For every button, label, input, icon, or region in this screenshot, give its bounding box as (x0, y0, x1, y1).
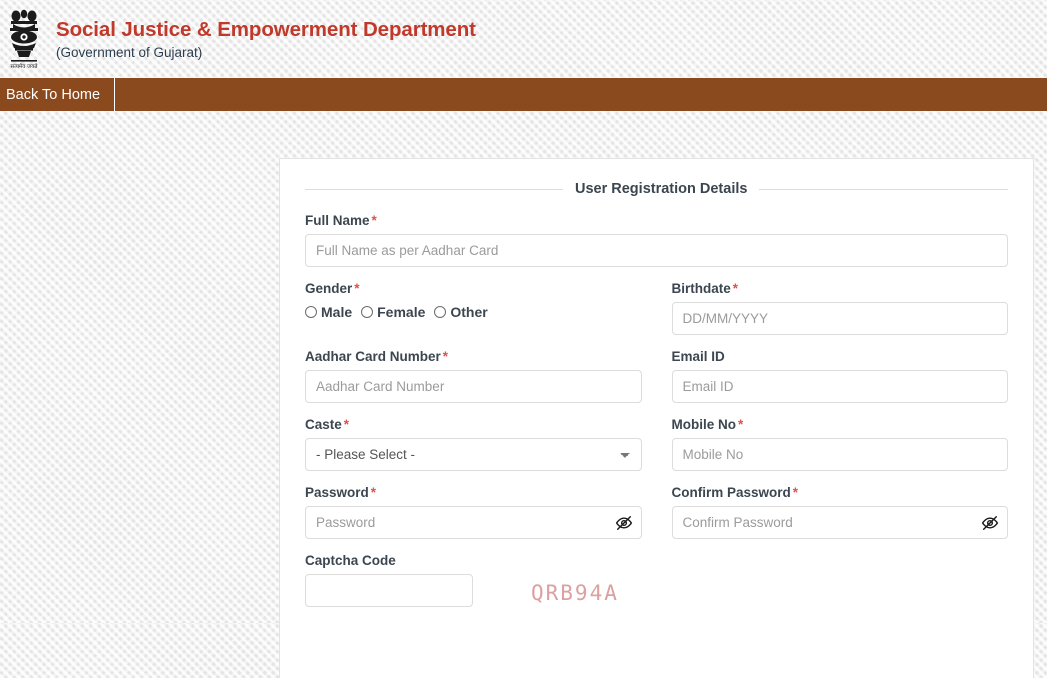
legend-divider-left (305, 188, 563, 190)
nav-item-back-to-home[interactable]: Back To Home (0, 78, 116, 111)
field-group-full-name: Full Name * (305, 213, 1008, 267)
required-marker: * (732, 281, 739, 296)
row-gender-birthdate: Gender * Male Female Other Birthdate * (305, 281, 1008, 335)
row-captcha: Captcha Code QRB94A (305, 553, 1008, 607)
aadhar-card-number-input[interactable] (305, 370, 642, 403)
confirm-password-input-wrapper (671, 506, 1008, 539)
captcha-input-col (305, 574, 473, 607)
legend-label: User Registration Details (575, 181, 748, 197)
label-password: Password * (305, 485, 642, 500)
radio-gender-other[interactable]: Other (434, 304, 488, 320)
confirm-password-input[interactable] (671, 506, 1008, 539)
field-group-aadhar: Aadhar Card Number * (305, 349, 642, 403)
email-input[interactable] (671, 370, 1008, 403)
field-group-password: Password * (305, 485, 642, 539)
radio-circle-icon[interactable] (305, 306, 317, 318)
label-captcha: Captcha Code (305, 553, 642, 568)
captcha-row: QRB94A (305, 574, 642, 607)
radio-gender-male-label: Male (321, 304, 353, 320)
required-marker: * (442, 349, 449, 364)
label-email-text: Email ID (671, 349, 725, 364)
row-passwords: Password* Confirm Password* (305, 485, 1008, 539)
field-group-email: Email ID (671, 349, 1009, 403)
label-gender-text: Gender (305, 281, 353, 296)
birthdate-input[interactable] (671, 302, 1008, 335)
required-marker: * (792, 485, 799, 500)
radio-circle-icon[interactable] (361, 306, 374, 318)
label-gender: Gender * (305, 281, 642, 296)
form-legend: User Registration Details (305, 181, 1008, 197)
radio-gender-female-label: Female (377, 304, 426, 320)
label-password-text: Password (305, 485, 369, 500)
main-navbar: Back To Home (0, 78, 1047, 111)
legend-divider-right (759, 188, 1008, 190)
captcha-image: QRB94A (531, 581, 619, 605)
captcha-input[interactable] (305, 574, 473, 607)
required-marker: * (370, 485, 377, 500)
india-national-emblem-icon: सत्यमेव जयते (4, 3, 44, 75)
field-group-gender: Gender * Male Female Other (305, 281, 642, 335)
label-mobile-text: Mobile No (671, 417, 737, 432)
field-group-confirm-password: Confirm Password * (671, 485, 1009, 539)
full-name-input[interactable] (305, 234, 1008, 267)
gender-radio-group: Male Female Other (305, 302, 642, 322)
mobile-no-input[interactable] (671, 438, 1008, 471)
label-mobile: Mobile No * (672, 417, 1009, 432)
required-marker: * (354, 281, 360, 296)
label-aadhar: Aadhar Card Number * (305, 349, 642, 364)
registration-card: User Registration Details Full Name* Gen… (279, 158, 1034, 678)
required-marker: * (371, 213, 377, 228)
radio-gender-female[interactable]: Female (361, 304, 425, 320)
label-caste: Caste * (305, 417, 642, 432)
label-confirm-password-text: Confirm Password (671, 485, 791, 500)
radio-circle-icon[interactable] (434, 306, 447, 318)
label-full-name: Full Name * (305, 213, 1008, 228)
label-captcha-text: Captcha Code (305, 553, 396, 568)
label-birthdate-text: Birthdate (671, 281, 731, 296)
row-caste-mobile: Caste * - Please Select - Mobile No * (305, 417, 1008, 471)
password-input-wrapper (305, 506, 642, 539)
label-email: Email ID (672, 349, 1009, 364)
label-aadhar-text: Aadhar Card Number (305, 349, 441, 364)
svg-text:सत्यमेव जयते: सत्यमेव जयते (10, 63, 38, 70)
row-aadhar-email: Aadhar Card Number* Email ID (305, 349, 1008, 403)
captcha-right-spacer (672, 553, 1009, 607)
site-header: सत्यमेव जयते Social Justice & Empowermen… (0, 0, 1047, 78)
field-group-captcha: Captcha Code QRB94A (305, 553, 642, 607)
required-marker: * (343, 417, 350, 432)
required-marker: * (738, 417, 744, 432)
label-caste-text: Caste (305, 417, 342, 432)
eye-slash-icon[interactable] (981, 514, 999, 532)
label-full-name-text: Full Name (305, 213, 370, 228)
field-group-birthdate: Birthdate * (671, 281, 1009, 335)
caste-select[interactable]: - Please Select - (305, 438, 642, 471)
label-birthdate: Birthdate * (672, 281, 1009, 296)
field-group-mobile: Mobile No * (671, 417, 1009, 471)
navbar-empty-space (115, 78, 1047, 111)
field-group-caste: Caste * - Please Select - (305, 417, 642, 471)
eye-slash-icon[interactable] (615, 514, 633, 532)
password-input[interactable] (305, 506, 642, 539)
label-confirm-password: Confirm Password * (672, 485, 1009, 500)
radio-gender-other-label: Other (450, 304, 488, 320)
page-subtitle: (Government of Gujarat) (56, 44, 203, 60)
page-title: Social Justice & Empowerment Department (56, 17, 476, 41)
radio-gender-male[interactable]: Male (305, 304, 352, 320)
